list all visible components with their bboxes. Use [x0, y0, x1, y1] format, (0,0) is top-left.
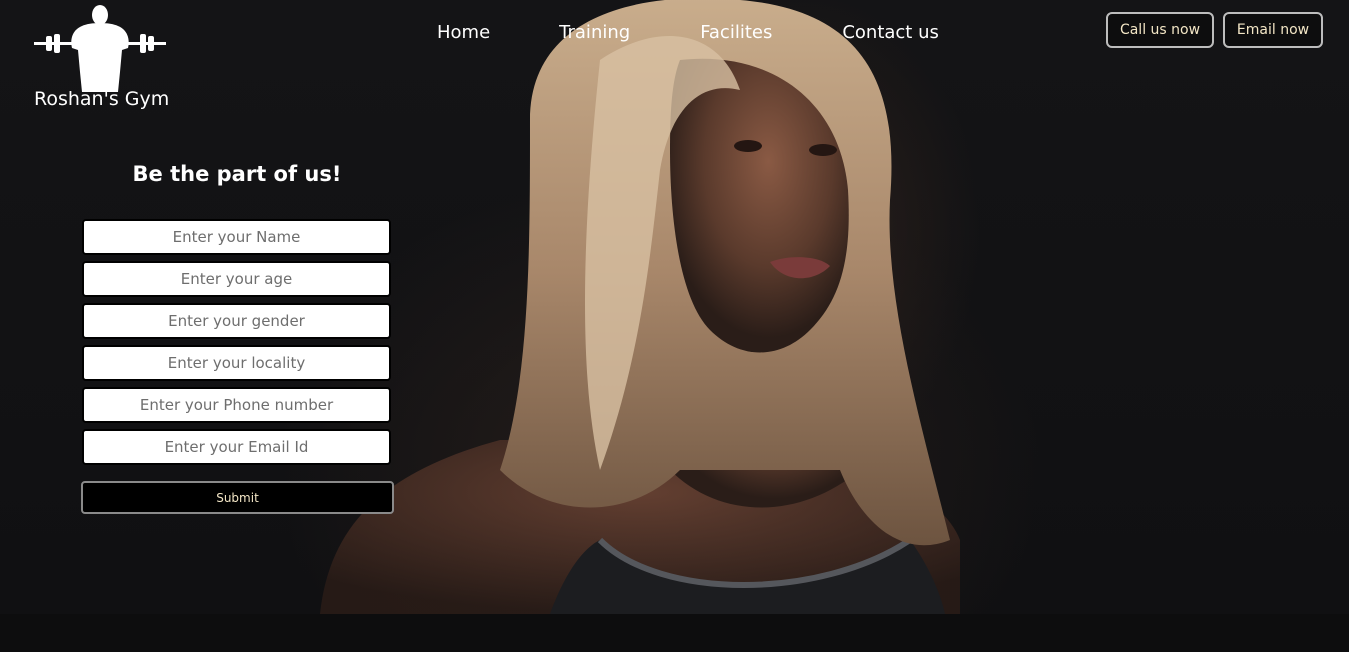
page: Roshan's Gym Home Training Facilites Con…: [0, 0, 1349, 652]
call-us-button[interactable]: Call us now: [1106, 12, 1214, 48]
age-field[interactable]: [82, 261, 391, 297]
gender-field[interactable]: [82, 303, 391, 339]
footer-band: [0, 614, 1349, 652]
locality-field[interactable]: [82, 345, 391, 381]
brand-name: Roshan's Gym: [34, 88, 170, 110]
email-field[interactable]: [82, 429, 391, 465]
nav-training[interactable]: Training: [559, 22, 630, 46]
nav-home[interactable]: Home: [437, 22, 490, 46]
email-now-button[interactable]: Email now: [1223, 12, 1323, 48]
nav-facilities[interactable]: Facilites: [700, 22, 772, 46]
gym-logo[interactable]: Roshan's Gym: [28, 2, 176, 114]
main-nav: Home Training Facilites Contact us: [437, 22, 939, 46]
form-title: Be the part of us!: [132, 162, 342, 186]
hero-background: Roshan's Gym Home Training Facilites Con…: [0, 0, 1349, 614]
submit-button[interactable]: Submit: [81, 481, 394, 514]
nav-contact-us[interactable]: Contact us: [842, 22, 939, 46]
weightlifter-icon: [34, 5, 166, 92]
hero-portrait-image: [320, 0, 960, 614]
phone-field[interactable]: [82, 387, 391, 423]
name-field[interactable]: [82, 219, 391, 255]
